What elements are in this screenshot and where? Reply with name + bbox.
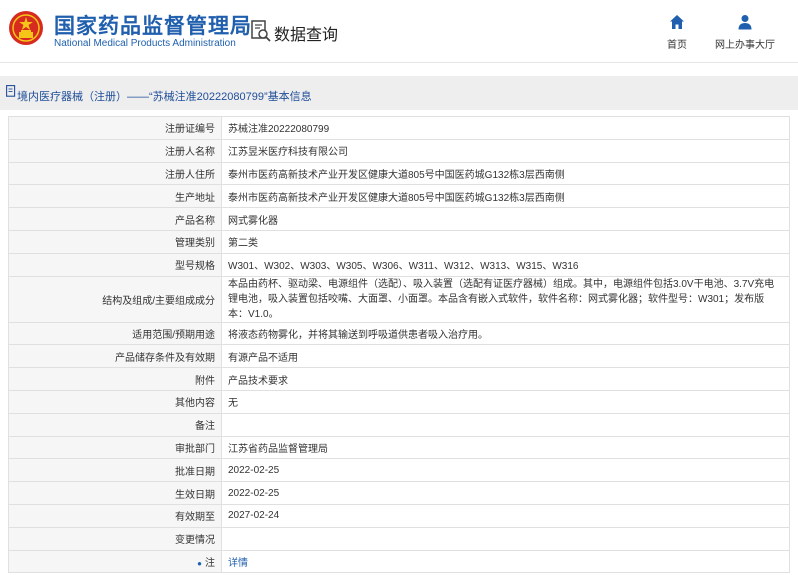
site-title-english[interactable]: National Medical Products Administration bbox=[54, 38, 236, 49]
row-label: 批准日期 bbox=[8, 458, 222, 483]
row-value bbox=[221, 412, 790, 437]
table-row: 产品名称 网式雾化器 bbox=[8, 207, 790, 231]
row-value: 第二类 bbox=[221, 229, 790, 254]
row-label: 附件 bbox=[8, 367, 222, 391]
row-value: 泰州市医药高新技术产业开发区健康大道805号中国医药城G132栋3层西南侧 bbox=[221, 184, 790, 209]
row-value: 无 bbox=[221, 389, 790, 414]
table-row: 变更情况 bbox=[8, 526, 790, 551]
row-label: 结构及组成/主要组成成分 bbox=[8, 275, 222, 323]
row-label: 生产地址 bbox=[8, 184, 222, 209]
row-label: 其他内容 bbox=[8, 389, 222, 414]
site-title[interactable]: 国家药品监督管理局 bbox=[54, 10, 252, 40]
nav-home-label: 首页 bbox=[667, 40, 687, 51]
user-icon bbox=[738, 15, 752, 30]
row-label: 型号规格 bbox=[8, 252, 222, 277]
row-value: 产品技术要求 bbox=[221, 367, 790, 391]
row-value bbox=[221, 526, 790, 551]
table-row: 审批部门 江苏省药品监督管理局 bbox=[8, 435, 790, 460]
nav-online-office-button[interactable]: 网上办事大厅 bbox=[708, 14, 782, 51]
national-emblem-icon bbox=[9, 11, 43, 45]
row-value: 2022-02-25 bbox=[221, 481, 790, 505]
row-label: 适用范围/预期用途 bbox=[8, 321, 222, 346]
row-label: 注册证编号 bbox=[8, 116, 222, 140]
row-label: 管理类别 bbox=[8, 229, 222, 254]
row-label: 变更情况 bbox=[8, 526, 222, 551]
row-label: 备注 bbox=[8, 412, 222, 437]
table-row: 批准日期 2022-02-25 bbox=[8, 458, 790, 483]
row-label: 审批部门 bbox=[8, 435, 222, 460]
nav-office-label: 网上办事大厅 bbox=[715, 40, 775, 51]
row-label: ● 注 bbox=[8, 549, 222, 574]
table-row: 适用范围/预期用途 将液态药物雾化，并将其输送到呼吸道供患者吸入治疗用。 bbox=[8, 321, 790, 346]
row-value: 2027-02-24 bbox=[221, 503, 790, 528]
table-row: 管理类别 第二类 bbox=[8, 229, 790, 254]
table-row: 备注 bbox=[8, 412, 790, 437]
home-icon bbox=[670, 15, 684, 29]
table-row: 生效日期 2022-02-25 bbox=[8, 481, 790, 505]
row-value: 2022-02-25 bbox=[221, 458, 790, 483]
row-label: 生效日期 bbox=[8, 481, 222, 505]
row-value: 有源产品不适用 bbox=[221, 344, 790, 369]
site-header: 国家药品监督管理局 National Medical Products Admi… bbox=[0, 0, 798, 62]
table-row: 结构及组成/主要组成成分 本品由药杯、驱动梁、电源组件（选配）、吸入装置（选配有… bbox=[8, 275, 790, 323]
breadcrumb: 境内医疗器械（注册）——“苏械注准20222080799”基本信息 bbox=[17, 91, 312, 103]
note-label: 注 bbox=[205, 557, 215, 569]
row-label: 产品名称 bbox=[8, 207, 222, 231]
table-row: ● 注 详情 bbox=[8, 549, 790, 574]
table-row: 生产地址 泰州市医药高新技术产业开发区健康大道805号中国医药城G132栋3层西… bbox=[8, 184, 790, 209]
table-row: 注册人住所 泰州市医药高新技术产业开发区健康大道805号中国医药城G132栋3层… bbox=[8, 161, 790, 186]
table-row: 有效期至 2027-02-24 bbox=[8, 503, 790, 528]
table-row: 注册人名称 江苏昱米医疗科技有限公司 bbox=[8, 138, 790, 163]
nav-home-button[interactable]: 首页 bbox=[658, 14, 696, 51]
row-label: 产品储存条件及有效期 bbox=[8, 344, 222, 369]
registration-info-table: 注册证编号 苏械注准20222080799 注册人名称 江苏昱米医疗科技有限公司… bbox=[8, 116, 790, 574]
table-row: 型号规格 W301、W302、W303、W305、W306、W311、W312、… bbox=[8, 252, 790, 277]
row-label: 注册人住所 bbox=[8, 161, 222, 186]
table-row: 附件 产品技术要求 bbox=[8, 367, 790, 391]
document-search-icon bbox=[251, 20, 271, 42]
row-value: 将液态药物雾化，并将其输送到呼吸道供患者吸入治疗用。 bbox=[221, 321, 790, 346]
row-value: 网式雾化器 bbox=[221, 207, 790, 231]
table-row: 注册证编号 苏械注准20222080799 bbox=[8, 116, 790, 140]
row-label: 有效期至 bbox=[8, 503, 222, 528]
document-icon bbox=[6, 85, 16, 97]
header-divider bbox=[0, 62, 798, 63]
row-value: 泰州市医药高新技术产业开发区健康大道805号中国医药城G132栋3层西南侧 bbox=[221, 161, 790, 186]
row-label: 注册人名称 bbox=[8, 138, 222, 163]
note-bullet-icon: ● bbox=[197, 558, 202, 568]
row-value: 苏械注准20222080799 bbox=[221, 116, 790, 140]
table-row: 产品储存条件及有效期 有源产品不适用 bbox=[8, 344, 790, 369]
table-row: 其他内容 无 bbox=[8, 389, 790, 414]
row-value: 本品由药杯、驱动梁、电源组件（选配）、吸入装置（选配有证医疗器械）组成。其中，电… bbox=[228, 278, 775, 320]
row-value: 江苏省药品监督管理局 bbox=[221, 435, 790, 460]
row-value: 江苏昱米医疗科技有限公司 bbox=[221, 138, 790, 163]
row-value: W301、W302、W303、W305、W306、W311、W312、W313、… bbox=[221, 252, 790, 277]
data-query-label: 数据查询 bbox=[274, 27, 339, 44]
breadcrumb-bar: 境内医疗器械（注册）——“苏械注准20222080799”基本信息 bbox=[0, 76, 798, 110]
details-link[interactable]: 详情 bbox=[228, 558, 248, 569]
